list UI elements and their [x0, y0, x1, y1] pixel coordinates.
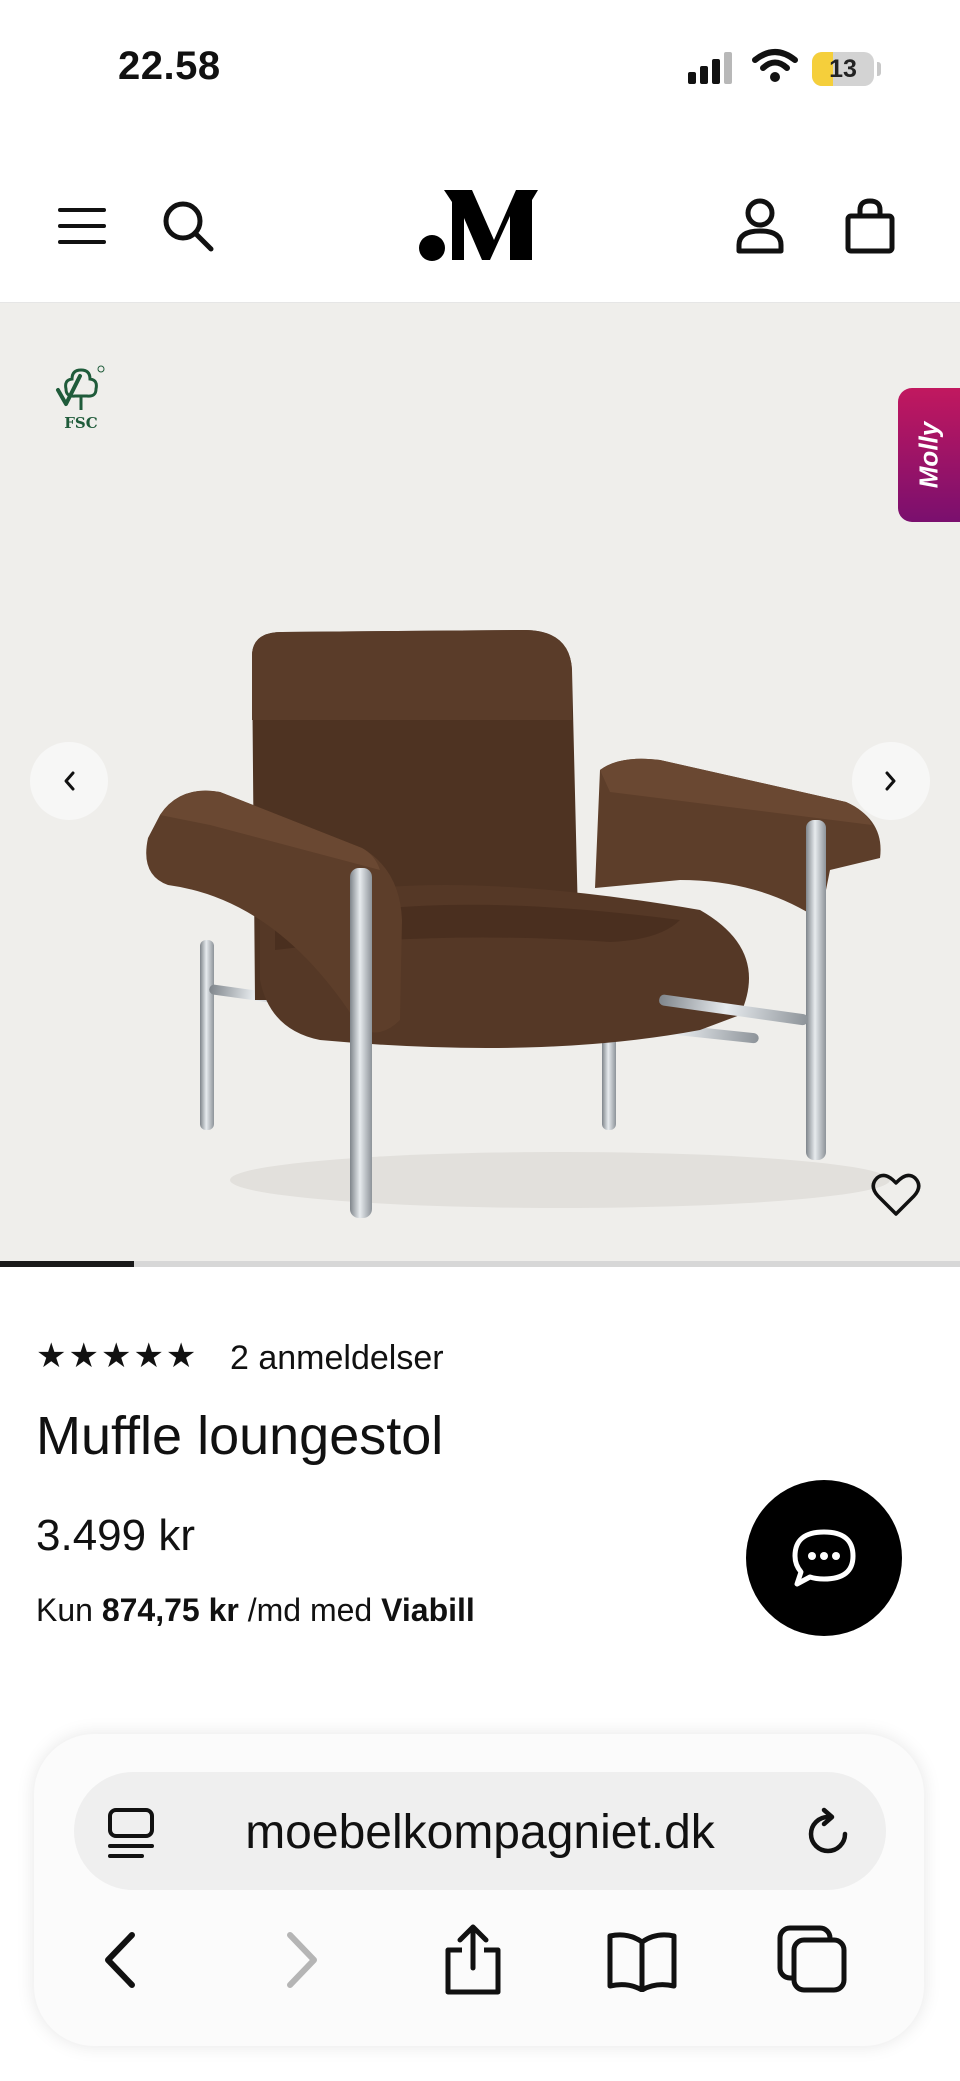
- bookmarks-button[interactable]: [604, 1930, 680, 1997]
- tabs-button[interactable]: [776, 1924, 850, 1999]
- rating-stars: ★★★★★: [36, 1337, 199, 1375]
- gallery-progress-track: [0, 1261, 960, 1267]
- browser-back-button[interactable]: [96, 1930, 146, 1995]
- product-photo: [140, 620, 900, 1245]
- fsc-label: FSC: [64, 414, 98, 432]
- book-icon: [607, 1932, 677, 1993]
- chat-button[interactable]: [746, 1480, 902, 1636]
- share-icon: [445, 1924, 501, 1995]
- browser-forward-button[interactable]: [276, 1930, 326, 1995]
- wifi-icon: [752, 48, 798, 89]
- financing-info: Kun 874,75 kr /md med Viabill: [36, 1590, 475, 1630]
- tabs-icon: [777, 1925, 847, 1993]
- reload-icon[interactable]: [800, 1806, 856, 1867]
- menu-button[interactable]: [52, 196, 112, 256]
- url-text[interactable]: moebelkompagniet.dk: [200, 1805, 760, 1861]
- financing-provider: Viabill: [381, 1592, 475, 1628]
- chevron-left-icon: [64, 771, 75, 791]
- cart-button[interactable]: [838, 194, 902, 258]
- product-price: 3.499 kr: [36, 1511, 195, 1560]
- search-icon: [163, 201, 214, 252]
- heart-icon: [871, 1173, 921, 1216]
- share-button[interactable]: [438, 1922, 508, 2001]
- hamburger-icon: [58, 208, 106, 244]
- fsc-tree-icon: [56, 365, 105, 410]
- battery-icon: 13: [812, 52, 874, 86]
- battery-tip: [877, 62, 881, 76]
- status-time: 22.58: [118, 44, 221, 88]
- back-arrow-icon: [105, 1932, 135, 1988]
- search-button[interactable]: [158, 196, 218, 256]
- shopping-bag-icon: [845, 198, 895, 254]
- wishlist-button[interactable]: [870, 1172, 922, 1223]
- page-menu-icon[interactable]: [106, 1806, 156, 1865]
- product-title: Muffle loungestol: [36, 1406, 444, 1466]
- fsc-badge: FSC: [50, 364, 112, 434]
- forward-arrow-icon: [287, 1932, 317, 1988]
- previous-image-button[interactable]: [30, 742, 108, 820]
- battery-level: 13: [829, 55, 857, 83]
- account-button[interactable]: [730, 194, 790, 258]
- site-logo[interactable]: [418, 182, 542, 266]
- financing-amount: 874,75 kr: [101, 1592, 239, 1628]
- user-icon: [736, 198, 784, 254]
- chevron-right-icon: [885, 771, 896, 791]
- financing-middle: /md med: [247, 1592, 373, 1628]
- cellular-signal-icon: [688, 52, 736, 89]
- financing-prefix: Kun: [36, 1592, 93, 1628]
- chat-bubble-icon: [792, 1529, 856, 1587]
- molly-label: Molly: [913, 421, 944, 489]
- molly-assistant-tab[interactable]: Molly: [898, 388, 960, 522]
- reviews-link[interactable]: 2 anmeldelser: [230, 1338, 444, 1378]
- next-image-button[interactable]: [852, 742, 930, 820]
- logo-mark-icon: [419, 190, 538, 261]
- gallery-progress-indicator: [0, 1261, 134, 1267]
